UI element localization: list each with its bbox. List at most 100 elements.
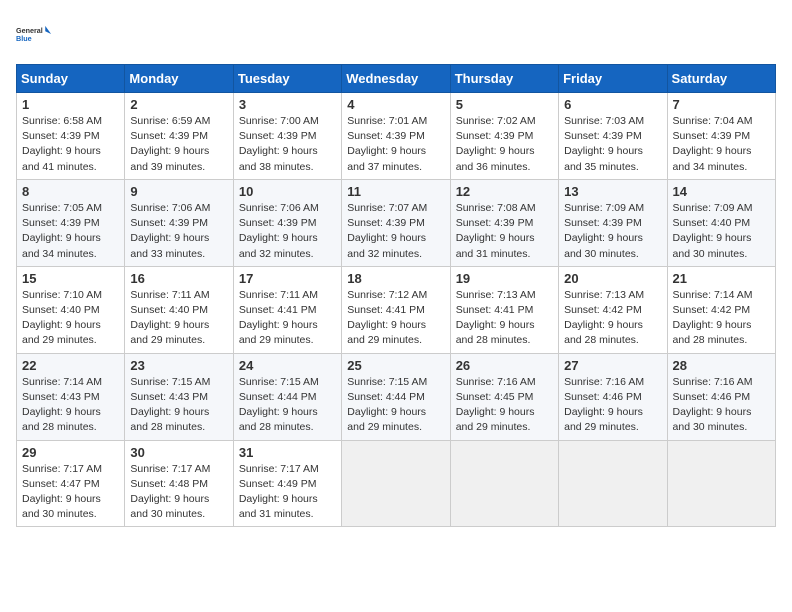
day-number: 4 [347, 97, 444, 112]
cell-info: Sunrise: 7:15 AMSunset: 4:43 PMDaylight:… [130, 376, 210, 434]
day-number: 27 [564, 358, 661, 373]
cell-info: Sunrise: 7:15 AMSunset: 4:44 PMDaylight:… [347, 376, 427, 434]
cell-info: Sunrise: 7:14 AMSunset: 4:43 PMDaylight:… [22, 376, 102, 434]
calendar-cell: 1 Sunrise: 6:58 AMSunset: 4:39 PMDayligh… [17, 93, 125, 180]
calendar-cell: 8 Sunrise: 7:05 AMSunset: 4:39 PMDayligh… [17, 179, 125, 266]
calendar-cell: 5 Sunrise: 7:02 AMSunset: 4:39 PMDayligh… [450, 93, 558, 180]
cell-info: Sunrise: 7:10 AMSunset: 4:40 PMDaylight:… [22, 289, 102, 347]
day-number: 11 [347, 184, 444, 199]
day-number: 1 [22, 97, 119, 112]
cell-info: Sunrise: 7:13 AMSunset: 4:42 PMDaylight:… [564, 289, 644, 347]
day-number: 29 [22, 445, 119, 460]
calendar-cell [667, 440, 775, 527]
cell-info: Sunrise: 7:09 AMSunset: 4:40 PMDaylight:… [673, 202, 753, 260]
cell-info: Sunrise: 7:16 AMSunset: 4:45 PMDaylight:… [456, 376, 536, 434]
cell-info: Sunrise: 7:16 AMSunset: 4:46 PMDaylight:… [564, 376, 644, 434]
calendar-cell: 16 Sunrise: 7:11 AMSunset: 4:40 PMDaylig… [125, 266, 233, 353]
calendar-cell [559, 440, 667, 527]
svg-text:Blue: Blue [16, 34, 32, 43]
calendar-cell: 4 Sunrise: 7:01 AMSunset: 4:39 PMDayligh… [342, 93, 450, 180]
header-thursday: Thursday [450, 65, 558, 93]
header-wednesday: Wednesday [342, 65, 450, 93]
calendar-table: SundayMondayTuesdayWednesdayThursdayFrid… [16, 64, 776, 527]
day-number: 20 [564, 271, 661, 286]
cell-info: Sunrise: 7:00 AMSunset: 4:39 PMDaylight:… [239, 115, 319, 173]
calendar-header-row: SundayMondayTuesdayWednesdayThursdayFrid… [17, 65, 776, 93]
header-sunday: Sunday [17, 65, 125, 93]
cell-info: Sunrise: 7:17 AMSunset: 4:49 PMDaylight:… [239, 463, 319, 521]
calendar-cell: 17 Sunrise: 7:11 AMSunset: 4:41 PMDaylig… [233, 266, 341, 353]
logo-icon: GeneralBlue [16, 16, 52, 52]
svg-text:General: General [16, 26, 43, 35]
cell-info: Sunrise: 7:13 AMSunset: 4:41 PMDaylight:… [456, 289, 536, 347]
day-number: 30 [130, 445, 227, 460]
day-number: 25 [347, 358, 444, 373]
calendar-cell: 12 Sunrise: 7:08 AMSunset: 4:39 PMDaylig… [450, 179, 558, 266]
header-saturday: Saturday [667, 65, 775, 93]
cell-info: Sunrise: 7:09 AMSunset: 4:39 PMDaylight:… [564, 202, 644, 260]
header-tuesday: Tuesday [233, 65, 341, 93]
calendar-cell: 11 Sunrise: 7:07 AMSunset: 4:39 PMDaylig… [342, 179, 450, 266]
cell-info: Sunrise: 7:01 AMSunset: 4:39 PMDaylight:… [347, 115, 427, 173]
calendar-cell [450, 440, 558, 527]
day-number: 31 [239, 445, 336, 460]
calendar-cell: 24 Sunrise: 7:15 AMSunset: 4:44 PMDaylig… [233, 353, 341, 440]
calendar-cell: 27 Sunrise: 7:16 AMSunset: 4:46 PMDaylig… [559, 353, 667, 440]
cell-info: Sunrise: 6:58 AMSunset: 4:39 PMDaylight:… [22, 115, 102, 173]
cell-info: Sunrise: 7:11 AMSunset: 4:41 PMDaylight:… [239, 289, 318, 347]
day-number: 19 [456, 271, 553, 286]
calendar-cell: 3 Sunrise: 7:00 AMSunset: 4:39 PMDayligh… [233, 93, 341, 180]
day-number: 21 [673, 271, 770, 286]
calendar-cell: 21 Sunrise: 7:14 AMSunset: 4:42 PMDaylig… [667, 266, 775, 353]
cell-info: Sunrise: 7:06 AMSunset: 4:39 PMDaylight:… [130, 202, 210, 260]
cell-info: Sunrise: 7:14 AMSunset: 4:42 PMDaylight:… [673, 289, 753, 347]
day-number: 2 [130, 97, 227, 112]
day-number: 3 [239, 97, 336, 112]
day-number: 15 [22, 271, 119, 286]
day-number: 23 [130, 358, 227, 373]
calendar-cell: 15 Sunrise: 7:10 AMSunset: 4:40 PMDaylig… [17, 266, 125, 353]
calendar-cell: 22 Sunrise: 7:14 AMSunset: 4:43 PMDaylig… [17, 353, 125, 440]
calendar-cell: 19 Sunrise: 7:13 AMSunset: 4:41 PMDaylig… [450, 266, 558, 353]
day-number: 22 [22, 358, 119, 373]
cell-info: Sunrise: 7:15 AMSunset: 4:44 PMDaylight:… [239, 376, 319, 434]
cell-info: Sunrise: 6:59 AMSunset: 4:39 PMDaylight:… [130, 115, 210, 173]
cell-info: Sunrise: 7:05 AMSunset: 4:39 PMDaylight:… [22, 202, 102, 260]
day-number: 16 [130, 271, 227, 286]
day-number: 24 [239, 358, 336, 373]
calendar-cell: 31 Sunrise: 7:17 AMSunset: 4:49 PMDaylig… [233, 440, 341, 527]
calendar-cell: 28 Sunrise: 7:16 AMSunset: 4:46 PMDaylig… [667, 353, 775, 440]
header-friday: Friday [559, 65, 667, 93]
cell-info: Sunrise: 7:08 AMSunset: 4:39 PMDaylight:… [456, 202, 536, 260]
calendar-cell [342, 440, 450, 527]
cell-info: Sunrise: 7:17 AMSunset: 4:48 PMDaylight:… [130, 463, 210, 521]
calendar-cell: 13 Sunrise: 7:09 AMSunset: 4:39 PMDaylig… [559, 179, 667, 266]
day-number: 28 [673, 358, 770, 373]
calendar-cell: 30 Sunrise: 7:17 AMSunset: 4:48 PMDaylig… [125, 440, 233, 527]
calendar-cell: 10 Sunrise: 7:06 AMSunset: 4:39 PMDaylig… [233, 179, 341, 266]
day-number: 8 [22, 184, 119, 199]
calendar-cell: 23 Sunrise: 7:15 AMSunset: 4:43 PMDaylig… [125, 353, 233, 440]
calendar-cell: 29 Sunrise: 7:17 AMSunset: 4:47 PMDaylig… [17, 440, 125, 527]
cell-info: Sunrise: 7:17 AMSunset: 4:47 PMDaylight:… [22, 463, 102, 521]
calendar-cell: 18 Sunrise: 7:12 AMSunset: 4:41 PMDaylig… [342, 266, 450, 353]
cell-info: Sunrise: 7:12 AMSunset: 4:41 PMDaylight:… [347, 289, 427, 347]
day-number: 14 [673, 184, 770, 199]
calendar-cell: 14 Sunrise: 7:09 AMSunset: 4:40 PMDaylig… [667, 179, 775, 266]
calendar-cell: 20 Sunrise: 7:13 AMSunset: 4:42 PMDaylig… [559, 266, 667, 353]
day-number: 9 [130, 184, 227, 199]
cell-info: Sunrise: 7:03 AMSunset: 4:39 PMDaylight:… [564, 115, 644, 173]
day-number: 26 [456, 358, 553, 373]
day-number: 10 [239, 184, 336, 199]
calendar-cell: 2 Sunrise: 6:59 AMSunset: 4:39 PMDayligh… [125, 93, 233, 180]
calendar-cell: 6 Sunrise: 7:03 AMSunset: 4:39 PMDayligh… [559, 93, 667, 180]
day-number: 5 [456, 97, 553, 112]
cell-info: Sunrise: 7:11 AMSunset: 4:40 PMDaylight:… [130, 289, 209, 347]
header: GeneralBlue [16, 16, 776, 52]
day-number: 12 [456, 184, 553, 199]
day-number: 18 [347, 271, 444, 286]
calendar-cell: 7 Sunrise: 7:04 AMSunset: 4:39 PMDayligh… [667, 93, 775, 180]
header-monday: Monday [125, 65, 233, 93]
cell-info: Sunrise: 7:16 AMSunset: 4:46 PMDaylight:… [673, 376, 753, 434]
cell-info: Sunrise: 7:04 AMSunset: 4:39 PMDaylight:… [673, 115, 753, 173]
